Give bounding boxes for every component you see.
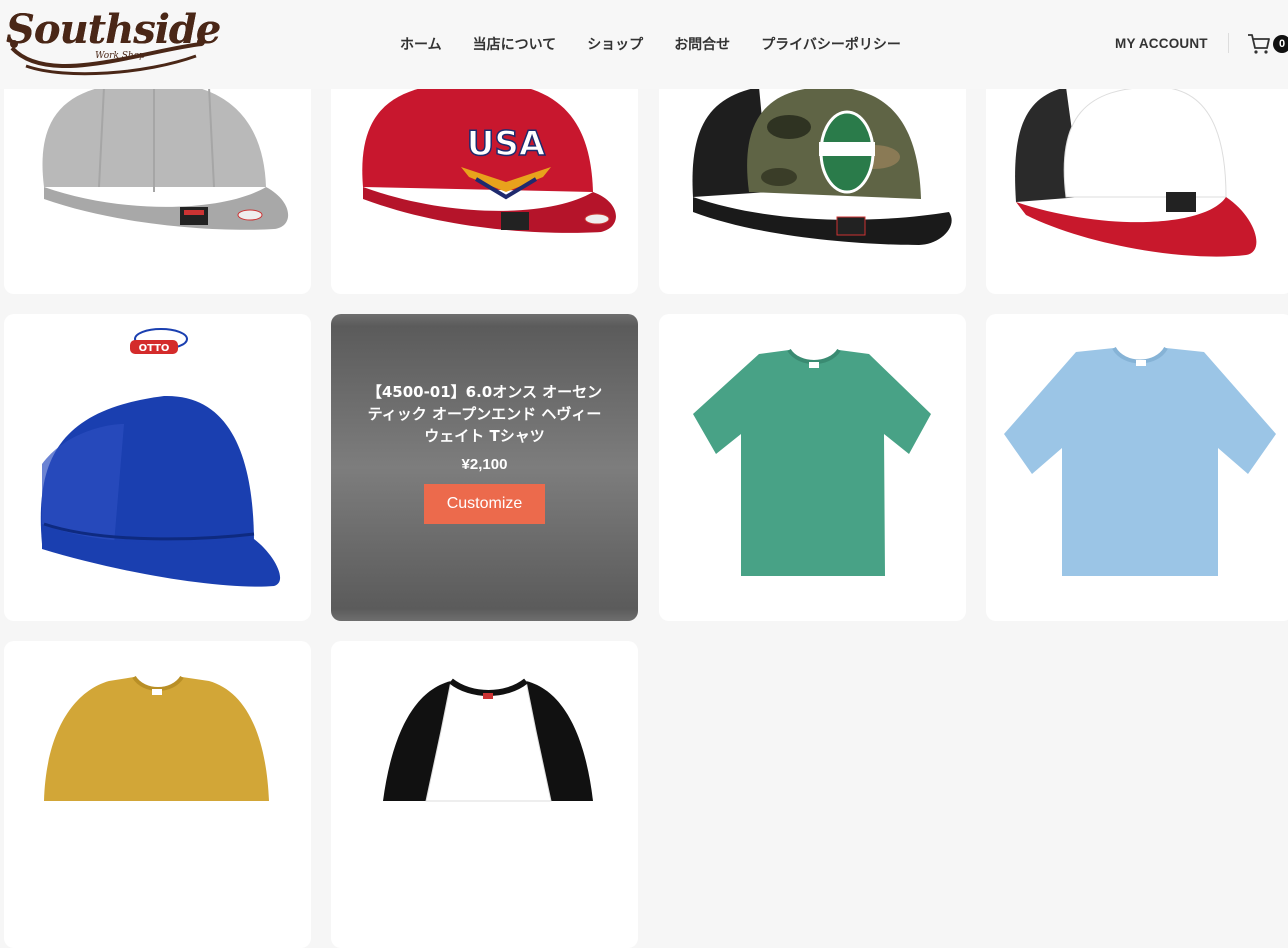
my-account-link[interactable]: MY ACCOUNT	[1115, 36, 1208, 51]
blue-mesh-cap-icon: OTTO	[40, 328, 281, 587]
product-card[interactable]	[331, 641, 638, 948]
customize-button[interactable]: Customize	[424, 484, 545, 524]
raglan-tee-icon	[383, 678, 593, 802]
nav-contact[interactable]: お問合せ	[674, 34, 730, 54]
mustard-sweatshirt-icon	[44, 675, 269, 801]
header-divider	[1228, 33, 1229, 53]
site-header: Southside Work Shop ホーム 当店について ショップ お問合せ…	[0, 0, 1288, 89]
green-tshirt-icon	[693, 348, 931, 576]
product-title[interactable]: 【4500-01】6.0オンス オーセンティック オープンエンド ヘヴィーウェイ…	[365, 381, 605, 447]
main-nav: ホーム 当店について ショップ お問合せ プライバシーポリシー	[400, 34, 932, 54]
light-blue-tshirt-icon	[1004, 346, 1276, 576]
cart-icon[interactable]	[1247, 33, 1271, 55]
nav-shop[interactable]: ショップ	[587, 34, 643, 54]
product-card-hover[interactable]: 【4500-01】6.0オンス オーセンティック オープンエンド ヘヴィーウェイ…	[331, 314, 638, 621]
logo-subtitle: Work Shop	[95, 51, 145, 61]
product-price: ¥2,100	[461, 456, 508, 473]
cart-count-badge: 0	[1273, 35, 1288, 53]
product-card[interactable]	[659, 314, 966, 621]
product-card[interactable]: OTTO	[4, 314, 311, 621]
logo-title: Southside	[6, 6, 221, 53]
nav-home[interactable]: ホーム	[400, 34, 442, 54]
site-logo[interactable]: Southside Work Shop	[6, 4, 221, 82]
nav-privacy[interactable]: プライバシーポリシー	[761, 34, 901, 54]
product-card[interactable]	[4, 641, 311, 948]
nav-about[interactable]: 当店について	[473, 34, 557, 54]
product-quickview-overlay: 【4500-01】6.0オンス オーセンティック オープンエンド ヘヴィーウェイ…	[331, 314, 638, 621]
svg-text:OTTO: OTTO	[139, 343, 170, 354]
svg-text:USA: USA	[467, 124, 546, 164]
product-card[interactable]	[986, 314, 1288, 621]
